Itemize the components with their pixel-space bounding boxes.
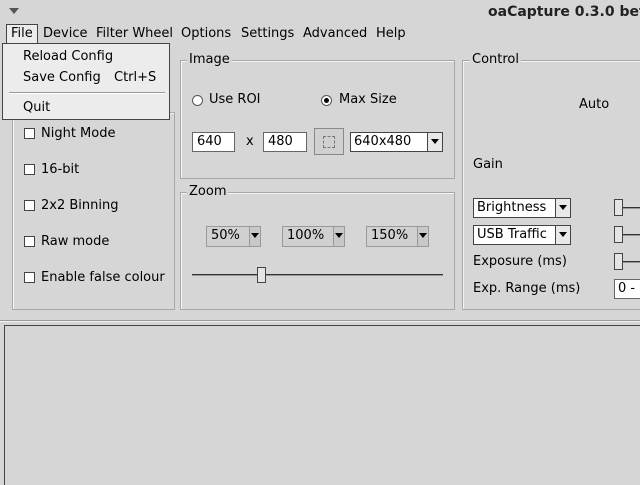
- fullscreen-icon: [323, 136, 335, 148]
- menu-filter-wheel[interactable]: Filter Wheel: [96, 26, 173, 41]
- chevron-down-icon: [555, 226, 570, 244]
- menu-file[interactable]: File: [6, 24, 38, 44]
- chevron-down-icon: [249, 227, 260, 246]
- exp-range-select[interactable]: 0 - 5: [614, 279, 640, 299]
- zoom-150-value: 150%: [371, 228, 409, 243]
- chevron-down-icon: [417, 227, 428, 246]
- menu-options[interactable]: Options: [181, 26, 231, 41]
- preview-area: [4, 325, 640, 485]
- max-size-radio[interactable]: [321, 95, 332, 106]
- exp-range-label: Exp. Range (ms): [473, 281, 581, 296]
- chevron-down-icon: [427, 133, 442, 151]
- menu-advanced[interactable]: Advanced: [303, 26, 367, 41]
- zoom-group-title: Zoom: [187, 184, 229, 199]
- exposure-label: Exposure (ms): [473, 254, 567, 269]
- zoom-50-value: 50%: [211, 228, 240, 243]
- raw-mode-checkbox[interactable]: [24, 236, 35, 247]
- menu-bar: File Device Filter Wheel Options Setting…: [0, 24, 640, 44]
- title-bar: oaCapture 0.3.0 beta: [0, 0, 640, 24]
- window-menu-icon[interactable]: [9, 8, 19, 14]
- menu-device[interactable]: Device: [43, 26, 87, 41]
- false-colour-label: Enable false colour: [41, 270, 165, 285]
- raw-mode-label: Raw mode: [41, 234, 110, 249]
- chevron-down-icon: [555, 199, 570, 217]
- zoom-group: [180, 192, 455, 310]
- zoom-slider-handle[interactable]: [257, 267, 266, 283]
- false-colour-checkbox[interactable]: [24, 272, 35, 283]
- gain-label: Gain: [473, 157, 503, 172]
- chevron-down-icon: [333, 227, 344, 246]
- reload-config-item[interactable]: Reload Config: [23, 49, 113, 64]
- save-config-shortcut: Ctrl+S: [114, 70, 157, 85]
- zoom-100-value: 100%: [287, 228, 325, 243]
- zoom-slider-track[interactable]: [192, 274, 443, 276]
- control-slider-2-handle[interactable]: [614, 226, 623, 243]
- splitter[interactable]: [0, 320, 640, 322]
- reload-config-label: Reload Config: [23, 49, 114, 64]
- menu-help[interactable]: Help: [376, 26, 406, 41]
- file-menu-dropdown: Reload Config Save Config Ctrl+S Quit: [2, 43, 170, 120]
- control-select-1[interactable]: Brightness: [473, 198, 571, 218]
- night-mode-checkbox[interactable]: [24, 128, 35, 139]
- binning-checkbox[interactable]: [24, 200, 35, 211]
- window-title: oaCapture 0.3.0 beta: [488, 4, 640, 20]
- save-config-item[interactable]: Save Config Ctrl+S: [23, 70, 163, 85]
- image-group: [180, 60, 455, 179]
- control-select-1-value: Brightness: [477, 200, 547, 215]
- quit-label: Quit: [23, 100, 51, 115]
- max-size-label: Max Size: [339, 92, 397, 107]
- quit-item[interactable]: Quit: [23, 100, 50, 115]
- 16-bit-checkbox[interactable]: [24, 164, 35, 175]
- use-roi-label: Use ROI: [209, 92, 261, 107]
- resolution-select[interactable]: 640x480: [350, 132, 443, 152]
- zoom-100-select[interactable]: 100%: [282, 226, 345, 247]
- control-group-title: Control: [470, 52, 521, 67]
- night-mode-label: Night Mode: [41, 126, 116, 141]
- use-roi-radio[interactable]: [192, 95, 203, 106]
- zoom-150-select[interactable]: 150%: [366, 226, 429, 247]
- auto-label: Auto: [579, 97, 610, 112]
- save-config-label: Save Config: [23, 70, 101, 85]
- control-select-2-value: USB Traffic: [477, 227, 547, 242]
- control-group: [462, 60, 640, 310]
- binning-label: 2x2 Binning: [41, 198, 119, 213]
- 16-bit-label: 16-bit: [41, 162, 80, 177]
- exposure-slider-handle[interactable]: [614, 253, 623, 270]
- image-group-title: Image: [187, 52, 232, 67]
- roi-width-field[interactable]: 640: [192, 132, 235, 152]
- control-select-2[interactable]: USB Traffic: [473, 225, 571, 245]
- roi-height-field[interactable]: 480: [263, 132, 307, 152]
- menu-separator: [9, 92, 165, 94]
- menu-settings[interactable]: Settings: [241, 26, 294, 41]
- dimension-x-label: x: [246, 134, 254, 149]
- zoom-50-select[interactable]: 50%: [206, 226, 261, 247]
- resolution-value: 640x480: [354, 134, 412, 149]
- control-slider-1-handle[interactable]: [614, 199, 623, 216]
- fit-roi-button[interactable]: [314, 128, 344, 155]
